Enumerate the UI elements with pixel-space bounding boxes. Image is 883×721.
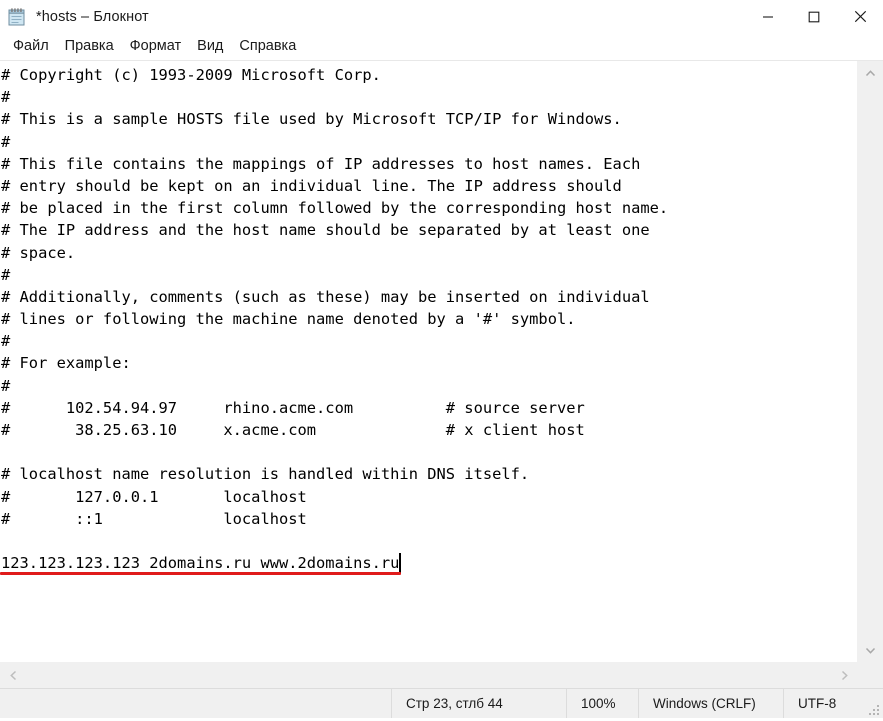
chevron-left-icon (9, 670, 16, 680)
scroll-left-button[interactable] (0, 662, 26, 688)
editor-line: # 102.54.94.97 rhino.acme.com # source s… (1, 398, 585, 417)
title-bar: *hosts – Блокнот (0, 0, 883, 33)
editor-region: # Copyright (c) 1993-2009 Microsoft Corp… (0, 61, 883, 688)
window-controls (745, 0, 883, 33)
notepad-window: *hosts – Блокнот Файл Правка Формат Вид … (0, 0, 883, 718)
menu-item-help[interactable]: Справка (231, 37, 304, 57)
status-zoom-level[interactable]: 100% (566, 689, 638, 718)
horizontal-scrollbar-row (0, 662, 883, 688)
editor-line: # For example: (1, 354, 131, 373)
vertical-scroll-track[interactable] (857, 85, 883, 638)
editor-line: # The IP address and the host name shoul… (1, 221, 650, 240)
menu-bar: Файл Правка Формат Вид Справка (0, 33, 883, 61)
close-icon (854, 10, 866, 23)
chevron-down-icon (865, 647, 875, 654)
notepad-icon (6, 6, 28, 28)
editor-line: # 38.25.63.10 x.acme.com # x client host (1, 421, 585, 439)
menu-item-edit[interactable]: Правка (57, 37, 122, 57)
text-editor[interactable]: # Copyright (c) 1993-2009 Microsoft Corp… (0, 61, 856, 662)
maximize-icon (808, 11, 820, 22)
scroll-right-button[interactable] (831, 662, 857, 688)
vertical-scrollbar[interactable] (856, 61, 883, 662)
editor-line: # localhost name resolution is handled w… (1, 465, 530, 484)
editor-row: # Copyright (c) 1993-2009 Microsoft Corp… (0, 61, 883, 662)
scroll-down-button[interactable] (857, 638, 883, 662)
window-title: *hosts – Блокнот (36, 8, 149, 25)
editor-line: # space. (1, 243, 76, 262)
editor-line: # entry should be kept on an individual … (1, 176, 622, 195)
editor-line: # Copyright (c) 1993-2009 Microsoft Corp… (1, 66, 381, 84)
text-caret (399, 553, 402, 573)
minimize-icon (763, 15, 773, 18)
status-line-ending[interactable]: Windows (CRLF) (638, 689, 783, 718)
editor-line: # This is a sample HOSTS file used by Mi… (1, 110, 622, 129)
resize-grip-icon[interactable] (868, 703, 880, 715)
editor-line: # be placed in the first column followed… (1, 199, 669, 218)
editor-line: # 127.0.0.1 localhost (1, 487, 307, 506)
editor-line: # This file contains the mappings of IP … (1, 154, 641, 173)
editor-line: 123.123.123.123 2domains.ru www.2domains… (1, 554, 400, 573)
editor-line: # (1, 88, 11, 107)
horizontal-scrollbar[interactable] (0, 662, 857, 688)
editor-line: # (1, 132, 11, 151)
editor-line: # (1, 265, 11, 284)
status-bar: Стр 23, стлб 44 100% Windows (CRLF) UTF-… (0, 688, 883, 718)
menu-item-format[interactable]: Формат (122, 37, 190, 57)
scrollbar-corner (857, 662, 883, 688)
editor-line: # Additionally, comments (such as these)… (1, 287, 650, 306)
chevron-right-icon (841, 670, 848, 680)
editor-line: # lines or following the machine name de… (1, 310, 576, 329)
title-bar-left: *hosts – Блокнот (0, 0, 149, 33)
editor-content[interactable]: # Copyright (c) 1993-2009 Microsoft Corp… (0, 64, 856, 574)
minimize-button[interactable] (745, 0, 791, 33)
status-bar-spacer (0, 689, 391, 718)
close-button[interactable] (837, 0, 883, 33)
editor-line: # (1, 376, 11, 395)
menu-item-view[interactable]: Вид (189, 37, 231, 57)
editor-line: # ::1 localhost (1, 509, 307, 528)
red-underline-annotation (0, 572, 402, 576)
editor-line: # (1, 332, 11, 351)
menu-item-file[interactable]: Файл (5, 37, 57, 57)
maximize-button[interactable] (791, 0, 837, 33)
scroll-up-button[interactable] (857, 61, 883, 85)
status-cursor-position: Стр 23, стлб 44 (391, 689, 566, 718)
chevron-up-icon (865, 69, 875, 76)
